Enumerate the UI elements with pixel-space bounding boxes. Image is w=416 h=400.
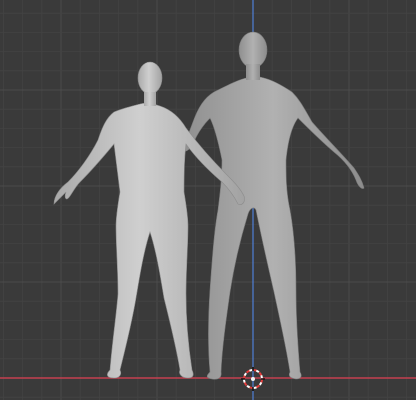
- viewport-3d[interactable]: [0, 0, 416, 400]
- male-neck: [246, 64, 260, 80]
- male-head: [238, 31, 268, 69]
- female-head: [137, 61, 163, 95]
- female-neck: [144, 92, 156, 106]
- viewport-canvas[interactable]: [0, 0, 416, 400]
